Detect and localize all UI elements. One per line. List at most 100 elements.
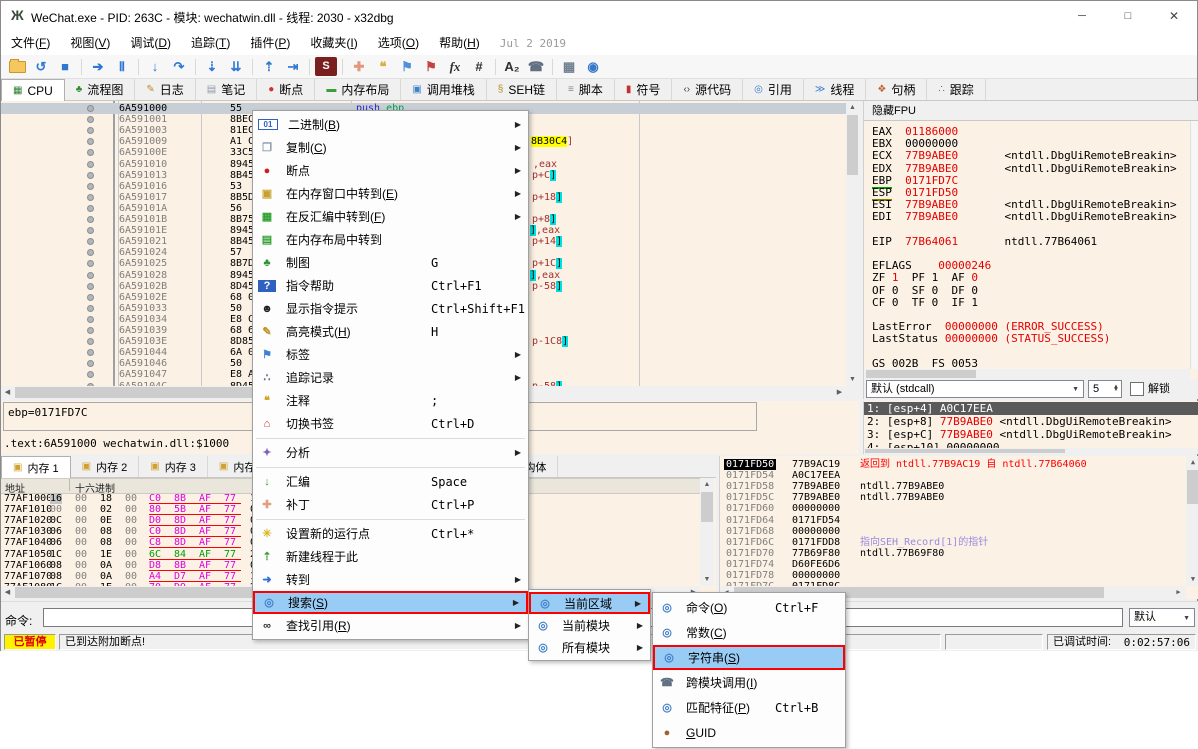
breakpoint-dot[interactable]	[87, 194, 94, 201]
breakpoint-dot[interactable]	[87, 349, 94, 356]
menu-item-分析[interactable]: ✦分析▶	[253, 441, 528, 464]
dump-byte[interactable]: 08	[50, 571, 62, 582]
breakpoint-dot[interactable]	[87, 227, 94, 234]
menu-item-高亮模式(H)[interactable]: ✎高亮模式(H)H	[253, 320, 528, 343]
menubar-item[interactable]: 收藏夹(I)	[300, 31, 367, 55]
breakpoint-dot[interactable]	[87, 216, 94, 223]
dump-byte[interactable]: AF	[199, 537, 211, 548]
labels-icon[interactable]: ⚑	[396, 57, 418, 76]
menu-item-补丁[interactable]: ✚补丁Ctrl+P	[253, 493, 528, 516]
menu-item-在内存窗口中转到(E)[interactable]: ▣在内存窗口中转到(E)▶	[253, 182, 528, 205]
register-line[interactable]: EFLAGS 00000246	[872, 260, 991, 272]
comments-icon[interactable]: ❝	[372, 57, 394, 76]
tab-日志[interactable]: ✎日志	[135, 79, 195, 100]
dump-byte[interactable]: A4	[149, 571, 161, 582]
dump-byte[interactable]: 8B	[174, 560, 186, 571]
menu-item-复制(C)[interactable]: ❐复制(C)▶	[253, 136, 528, 159]
tab-跟踪[interactable]: ∴跟踪	[927, 79, 985, 100]
stack-row[interactable]: 0171FD640171FD54	[720, 515, 1198, 526]
dump-byte[interactable]: 0A	[100, 560, 112, 571]
breakpoint-dot[interactable]	[87, 294, 94, 301]
dump-byte[interactable]: 00	[125, 537, 137, 548]
tab-脚本[interactable]: ≡脚本	[557, 79, 615, 100]
menu-item-当前区域[interactable]: ◎当前区域▶	[529, 592, 650, 614]
dump-byte[interactable]: 8B	[174, 493, 186, 504]
spinner-down-icon[interactable]: ▼	[1113, 382, 1119, 398]
argument-row[interactable]: 1: [esp+4] A0C17EEA	[864, 402, 1198, 415]
favourites-icon[interactable]: ◉	[582, 57, 604, 76]
step-into-icon[interactable]: ↓	[144, 57, 166, 76]
register-line[interactable]: OF 0 SF 0 DF 0	[872, 285, 978, 297]
stack-row[interactable]: 0171FD7077B69F80ntdll.77B69F80	[720, 548, 1198, 559]
menu-item-匹配特征(P)[interactable]: ◎匹配特征(P)Ctrl+B	[653, 695, 845, 720]
register-line[interactable]: GS 002B FS 0053	[872, 358, 978, 370]
dump-byte[interactable]: 8D	[174, 537, 186, 548]
dump-byte[interactable]: 00	[75, 526, 87, 537]
dump-vscrollbar[interactable]: ▲ ▼	[700, 478, 714, 586]
breakpoint-dot[interactable]	[87, 283, 94, 290]
dump-byte[interactable]: 77	[224, 504, 236, 515]
dump-byte[interactable]: C0	[149, 526, 161, 537]
compare-icon[interactable]: #	[468, 57, 490, 76]
breakpoint-dot[interactable]	[87, 205, 94, 212]
pause-icon[interactable]: Ⅱ	[111, 57, 133, 76]
breakpoint-dot[interactable]	[87, 260, 94, 267]
tab-线程[interactable]: ≫线程	[804, 79, 866, 100]
scroll-right-arrow[interactable]: ▶	[1172, 586, 1185, 599]
trace-into-icon[interactable]: ⇣	[201, 57, 223, 76]
calculator-icon[interactable]: ▦	[558, 57, 580, 76]
dump-byte[interactable]: 00	[75, 515, 87, 526]
step-over-icon[interactable]: ↷	[168, 57, 190, 76]
stack-pane[interactable]: 0171FD5077B9AC19返回到 ntdll.77B9AC19 自 ntd…	[719, 456, 1198, 599]
stack-vscrollbar[interactable]: ▲ ▼	[1186, 456, 1198, 586]
menu-item-新建线程于此[interactable]: ⇡新建线程于此	[253, 545, 528, 568]
arguments-hscrollbar[interactable]	[864, 448, 1198, 454]
scroll-up-arrow[interactable]: ▲	[700, 478, 714, 491]
dump-byte[interactable]: 00	[75, 504, 87, 515]
dump-pointer-bytes[interactable]: 805BAF77	[149, 504, 241, 515]
registers-pane[interactable]: 隐藏FPU EAX 01186000EBX 00000000ECX 77B9AB…	[863, 101, 1198, 399]
menubar-item[interactable]: 帮助(H)	[429, 31, 490, 55]
dump-byte[interactable]: 08	[100, 537, 112, 548]
patch-icon[interactable]: ✚	[348, 57, 370, 76]
restart-icon[interactable]: ↺	[30, 57, 52, 76]
hide-fpu-button[interactable]: 隐藏FPU	[864, 101, 1198, 121]
stack-row[interactable]: 0171FD6000000000	[720, 503, 1198, 514]
register-line[interactable]: CF 0 TF 0 IF 1	[872, 297, 978, 309]
dump-byte[interactable]: 00	[125, 571, 137, 582]
menu-item-搜索(S)[interactable]: ◎搜索(S)▶	[253, 591, 528, 614]
dump-byte[interactable]: D0	[149, 515, 161, 526]
breakpoint-dot[interactable]	[87, 105, 94, 112]
dump-byte[interactable]: 00	[125, 526, 137, 537]
disasm-vscrollbar[interactable]: ▲ ▼	[846, 101, 859, 386]
menu-item-制图[interactable]: ♣制图G	[253, 251, 528, 274]
dump-byte[interactable]: 00	[75, 537, 87, 548]
dump-byte[interactable]: 0C	[50, 515, 62, 526]
dump-pointer-bytes[interactable]: A4D7AF77	[149, 571, 241, 582]
dump-byte[interactable]: 77	[224, 560, 236, 571]
breakpoint-dot[interactable]	[87, 149, 94, 156]
calling-convention-dropdown[interactable]: 默认 (stdcall) ▼	[866, 380, 1084, 398]
scroll-up-arrow[interactable]: ▲	[846, 101, 859, 114]
scroll-down-arrow[interactable]: ▼	[846, 373, 859, 386]
menubar-item[interactable]: 追踪(T)	[181, 31, 240, 55]
breakpoint-dot[interactable]	[87, 238, 94, 245]
dump-pointer-bytes[interactable]: D88BAF77	[149, 560, 241, 571]
scylla-icon[interactable]: S	[315, 57, 337, 76]
register-line[interactable]: EBP 0171FD7C	[872, 175, 958, 187]
dump-byte[interactable]: 77	[224, 493, 236, 504]
assemble-az-icon[interactable]: A₂	[501, 57, 523, 76]
scroll-left-arrow[interactable]: ◀	[1, 386, 14, 399]
scroll-thumb[interactable]	[866, 370, 976, 378]
menu-item-GUID[interactable]: ●GUID	[653, 720, 845, 745]
dump-pointer-bytes[interactable]: C08DAF77	[149, 526, 241, 537]
breakpoint-dot[interactable]	[87, 183, 94, 190]
tab-笔记[interactable]: ▤笔记	[196, 79, 257, 100]
breakpoint-dot[interactable]	[87, 272, 94, 279]
breakpoint-dot[interactable]	[87, 161, 94, 168]
menu-item-查找引用(R)[interactable]: ∞查找引用(R)▶	[253, 614, 528, 637]
stack-row[interactable]: 0171FD5C77B9ABE0ntdll.77B9ABE0	[720, 492, 1198, 503]
stack-row[interactable]: 0171FD6800000000	[720, 526, 1198, 537]
dump-byte[interactable]: AF	[199, 504, 211, 515]
dump-byte[interactable]: AF	[199, 560, 211, 571]
